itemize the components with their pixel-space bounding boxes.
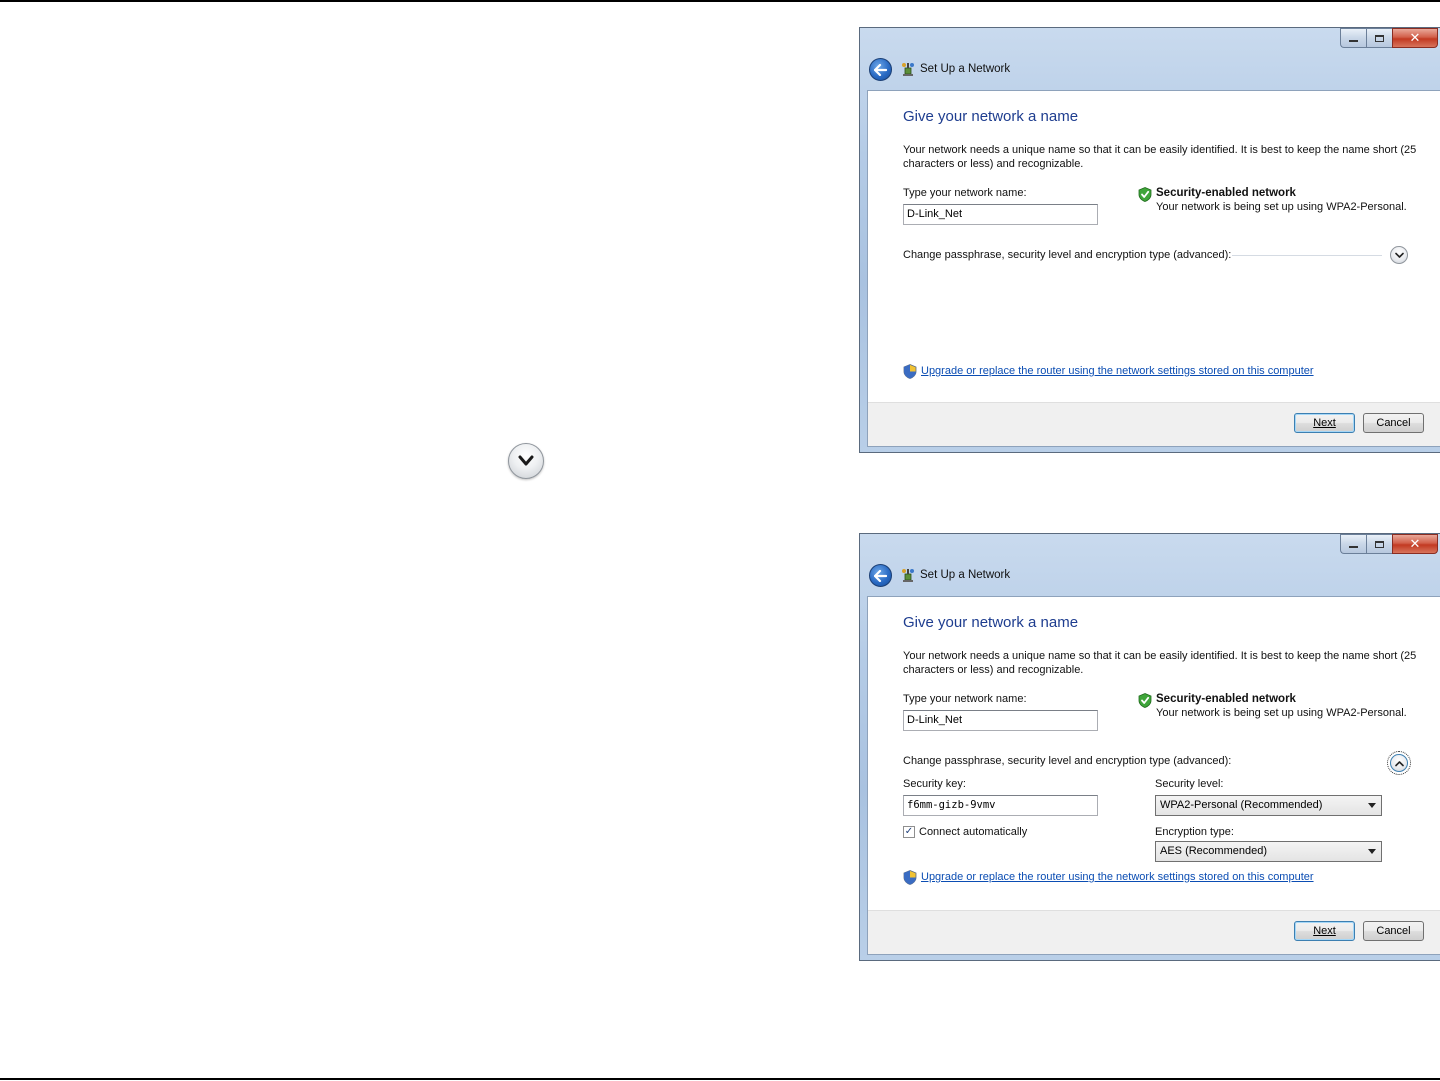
encryption-type-value: AES (Recommended) xyxy=(1160,845,1267,857)
advanced-collapse-button[interactable] xyxy=(1387,751,1411,775)
network-name-label: Type your network name: xyxy=(903,693,1027,705)
uac-shield-icon xyxy=(903,364,917,379)
network-icon xyxy=(902,63,914,76)
page-heading: Give your network a name xyxy=(903,108,1079,125)
uac-shield-icon xyxy=(903,870,917,885)
expand-chevron-button[interactable] xyxy=(508,443,544,479)
description-text: Your network needs a unique name so that… xyxy=(903,144,1417,170)
dropdown-arrow-icon xyxy=(1368,803,1376,808)
advanced-divider xyxy=(1232,255,1382,256)
chevron-down-icon xyxy=(1394,252,1404,258)
encryption-type-select[interactable]: AES (Recommended) xyxy=(1155,841,1382,862)
upgrade-router-link[interactable]: Upgrade or replace the router using the … xyxy=(921,871,1314,883)
setup-network-window-collapsed: ✕ Set Up a Network Give your network a n… xyxy=(859,27,1440,453)
caption-buttons: ✕ xyxy=(1340,534,1438,554)
back-button[interactable] xyxy=(869,564,892,587)
titlebar: ✕ Set Up a Network xyxy=(860,28,1440,88)
cancel-button[interactable]: Cancel xyxy=(1363,413,1424,433)
cancel-button-label: Cancel xyxy=(1376,417,1411,429)
next-button[interactable]: Next xyxy=(1294,413,1355,433)
minimize-icon xyxy=(1349,546,1358,548)
security-level-select[interactable]: WPA2-Personal (Recommended) xyxy=(1155,795,1382,816)
cancel-button-label: Cancel xyxy=(1376,925,1411,937)
dialog-content: Give your network a name Your network ne… xyxy=(867,90,1440,447)
maximize-button[interactable] xyxy=(1366,28,1392,48)
connect-automatically-checkbox[interactable]: ✓ xyxy=(903,826,915,838)
maximize-icon xyxy=(1375,34,1384,42)
next-button[interactable]: Next xyxy=(1294,921,1355,941)
security-shield-icon xyxy=(1138,693,1152,708)
page-bottom-rule xyxy=(0,1078,1440,1080)
page-top-rule xyxy=(0,0,1440,2)
cancel-button[interactable]: Cancel xyxy=(1363,921,1424,941)
network-name-input[interactable]: D-Link_Net xyxy=(903,204,1098,225)
window-title: Set Up a Network xyxy=(920,569,1011,581)
network-name-input[interactable]: D-Link_Net xyxy=(903,710,1098,731)
minimize-icon xyxy=(1349,40,1358,42)
network-name-label: Type your network name: xyxy=(903,187,1027,199)
maximize-icon xyxy=(1375,540,1384,548)
security-level-label: Security level: xyxy=(1155,778,1224,790)
back-arrow-icon xyxy=(874,569,887,582)
security-shield-icon xyxy=(1138,187,1152,202)
advanced-expand-button[interactable] xyxy=(1390,246,1408,264)
next-button-label: Next xyxy=(1313,417,1336,429)
advanced-label: Change passphrase, security level and en… xyxy=(903,755,1232,767)
dialog-footer: Next Cancel xyxy=(868,402,1440,446)
security-description: Your network is being set up using WPA2-… xyxy=(1156,707,1407,719)
close-button[interactable]: ✕ xyxy=(1392,534,1438,554)
maximize-button[interactable] xyxy=(1366,534,1392,554)
dialog-content: Give your network a name Your network ne… xyxy=(867,596,1440,955)
chevron-up-icon xyxy=(1394,760,1404,766)
description-text: Your network needs a unique name so that… xyxy=(903,650,1417,676)
window-title: Set Up a Network xyxy=(920,63,1011,75)
close-icon: ✕ xyxy=(1409,30,1421,46)
titlebar: ✕ Set Up a Network xyxy=(860,534,1440,594)
chevron-down-icon xyxy=(518,455,534,466)
back-arrow-icon xyxy=(874,63,887,76)
network-icon xyxy=(902,569,914,582)
encryption-type-label: Encryption type: xyxy=(1155,826,1234,838)
checkmark-icon: ✓ xyxy=(904,826,914,837)
caption-buttons: ✕ xyxy=(1340,28,1438,48)
dropdown-arrow-icon xyxy=(1368,849,1376,854)
next-button-label: Next xyxy=(1313,925,1336,937)
security-title: Security-enabled network xyxy=(1156,187,1296,199)
security-key-input[interactable]: f6mm-gizb-9vmv xyxy=(903,795,1098,816)
upgrade-router-link[interactable]: Upgrade or replace the router using the … xyxy=(921,365,1314,377)
advanced-label: Change passphrase, security level and en… xyxy=(903,249,1232,261)
minimize-button[interactable] xyxy=(1340,534,1366,554)
close-icon: ✕ xyxy=(1409,536,1421,552)
dialog-footer: Next Cancel xyxy=(868,910,1440,954)
page-heading: Give your network a name xyxy=(903,614,1079,631)
security-title: Security-enabled network xyxy=(1156,693,1296,705)
setup-network-window-expanded: ✕ Set Up a Network Give your network a n… xyxy=(859,533,1440,961)
connect-automatically-label: Connect automatically xyxy=(919,826,1028,838)
minimize-button[interactable] xyxy=(1340,28,1366,48)
security-level-value: WPA2-Personal (Recommended) xyxy=(1160,799,1323,811)
security-key-label: Security key: xyxy=(903,778,966,790)
security-description: Your network is being set up using WPA2-… xyxy=(1156,201,1407,213)
back-button[interactable] xyxy=(869,58,892,81)
close-button[interactable]: ✕ xyxy=(1392,28,1438,48)
